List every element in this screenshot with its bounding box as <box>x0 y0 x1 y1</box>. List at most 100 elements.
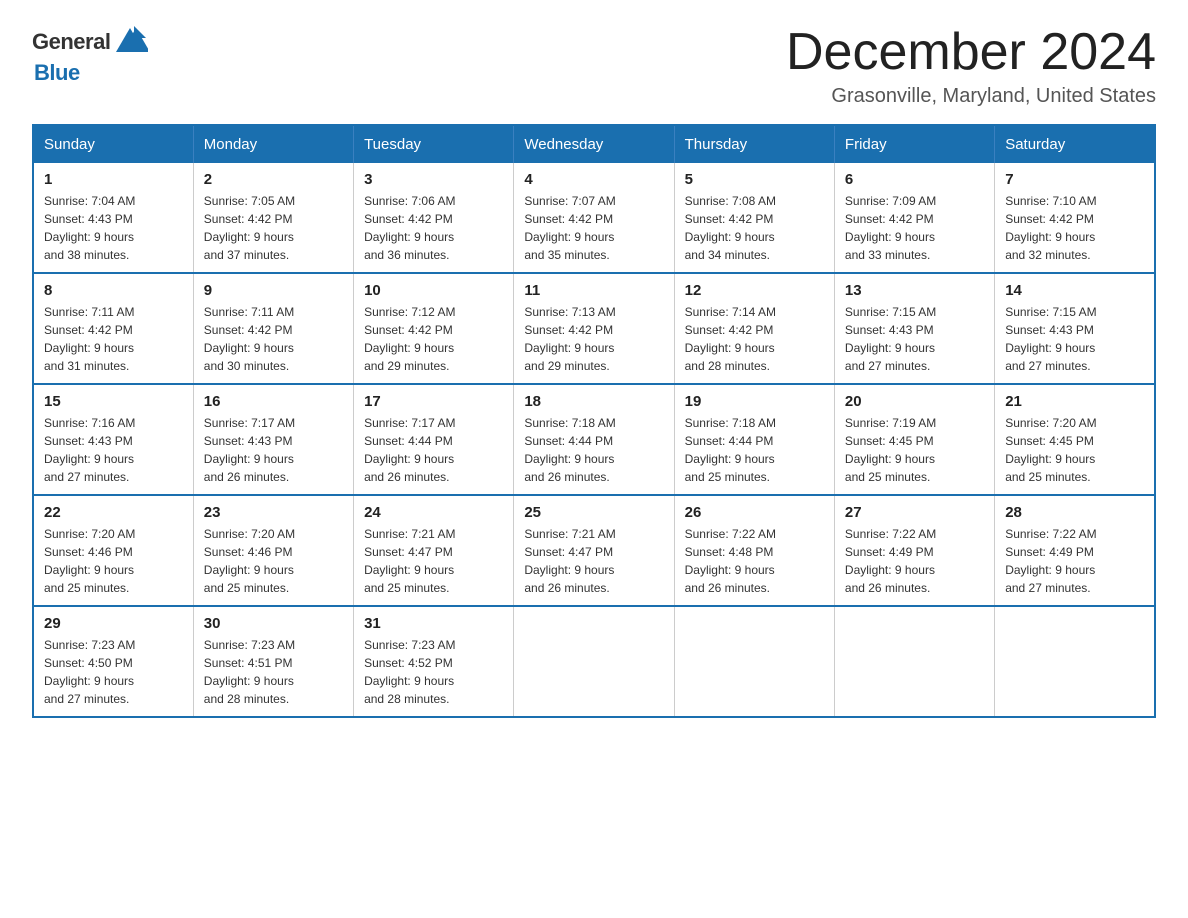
calendar-cell: 1 Sunrise: 7:04 AM Sunset: 4:43 PM Dayli… <box>33 163 193 273</box>
day-info: Sunrise: 7:12 AM Sunset: 4:42 PM Dayligh… <box>364 303 503 375</box>
calendar-cell: 10 Sunrise: 7:12 AM Sunset: 4:42 PM Dayl… <box>354 273 514 384</box>
day-info: Sunrise: 7:22 AM Sunset: 4:48 PM Dayligh… <box>685 525 824 597</box>
calendar-cell: 15 Sunrise: 7:16 AM Sunset: 4:43 PM Dayl… <box>33 384 193 495</box>
calendar-week-row: 15 Sunrise: 7:16 AM Sunset: 4:43 PM Dayl… <box>33 384 1155 495</box>
day-number: 2 <box>204 171 343 188</box>
day-info: Sunrise: 7:23 AM Sunset: 4:52 PM Dayligh… <box>364 636 503 708</box>
calendar-cell: 21 Sunrise: 7:20 AM Sunset: 4:45 PM Dayl… <box>995 384 1155 495</box>
col-header-tuesday: Tuesday <box>354 125 514 163</box>
day-info: Sunrise: 7:11 AM Sunset: 4:42 PM Dayligh… <box>44 303 183 375</box>
day-info: Sunrise: 7:17 AM Sunset: 4:44 PM Dayligh… <box>364 414 503 486</box>
calendar-cell: 26 Sunrise: 7:22 AM Sunset: 4:48 PM Dayl… <box>674 495 834 606</box>
day-number: 6 <box>845 171 984 188</box>
calendar-cell <box>834 606 994 717</box>
calendar-cell: 16 Sunrise: 7:17 AM Sunset: 4:43 PM Dayl… <box>193 384 353 495</box>
day-info: Sunrise: 7:07 AM Sunset: 4:42 PM Dayligh… <box>524 192 663 264</box>
day-number: 19 <box>685 393 824 410</box>
day-number: 31 <box>364 615 503 632</box>
day-info: Sunrise: 7:22 AM Sunset: 4:49 PM Dayligh… <box>1005 525 1144 597</box>
col-header-friday: Friday <box>834 125 994 163</box>
day-info: Sunrise: 7:23 AM Sunset: 4:50 PM Dayligh… <box>44 636 183 708</box>
calendar-cell <box>674 606 834 717</box>
calendar-cell: 27 Sunrise: 7:22 AM Sunset: 4:49 PM Dayl… <box>834 495 994 606</box>
day-info: Sunrise: 7:18 AM Sunset: 4:44 PM Dayligh… <box>685 414 824 486</box>
col-header-wednesday: Wednesday <box>514 125 674 163</box>
day-info: Sunrise: 7:13 AM Sunset: 4:42 PM Dayligh… <box>524 303 663 375</box>
calendar-cell: 8 Sunrise: 7:11 AM Sunset: 4:42 PM Dayli… <box>33 273 193 384</box>
day-info: Sunrise: 7:21 AM Sunset: 4:47 PM Dayligh… <box>524 525 663 597</box>
day-number: 18 <box>524 393 663 410</box>
day-info: Sunrise: 7:05 AM Sunset: 4:42 PM Dayligh… <box>204 192 343 264</box>
calendar-cell: 9 Sunrise: 7:11 AM Sunset: 4:42 PM Dayli… <box>193 273 353 384</box>
day-number: 9 <box>204 282 343 299</box>
day-info: Sunrise: 7:16 AM Sunset: 4:43 PM Dayligh… <box>44 414 183 486</box>
day-number: 20 <box>845 393 984 410</box>
calendar-cell: 6 Sunrise: 7:09 AM Sunset: 4:42 PM Dayli… <box>834 163 994 273</box>
calendar-cell: 13 Sunrise: 7:15 AM Sunset: 4:43 PM Dayl… <box>834 273 994 384</box>
day-number: 21 <box>1005 393 1144 410</box>
day-info: Sunrise: 7:21 AM Sunset: 4:47 PM Dayligh… <box>364 525 503 597</box>
logo-text-blue: Blue <box>34 60 80 86</box>
col-header-saturday: Saturday <box>995 125 1155 163</box>
day-info: Sunrise: 7:23 AM Sunset: 4:51 PM Dayligh… <box>204 636 343 708</box>
calendar-cell: 18 Sunrise: 7:18 AM Sunset: 4:44 PM Dayl… <box>514 384 674 495</box>
day-info: Sunrise: 7:20 AM Sunset: 4:45 PM Dayligh… <box>1005 414 1144 486</box>
day-number: 5 <box>685 171 824 188</box>
day-number: 29 <box>44 615 183 632</box>
calendar-cell: 20 Sunrise: 7:19 AM Sunset: 4:45 PM Dayl… <box>834 384 994 495</box>
day-number: 28 <box>1005 504 1144 521</box>
day-info: Sunrise: 7:22 AM Sunset: 4:49 PM Dayligh… <box>845 525 984 597</box>
day-number: 4 <box>524 171 663 188</box>
calendar-week-row: 22 Sunrise: 7:20 AM Sunset: 4:46 PM Dayl… <box>33 495 1155 606</box>
calendar-cell: 25 Sunrise: 7:21 AM Sunset: 4:47 PM Dayl… <box>514 495 674 606</box>
day-number: 10 <box>364 282 503 299</box>
day-info: Sunrise: 7:08 AM Sunset: 4:42 PM Dayligh… <box>685 192 824 264</box>
calendar-cell: 24 Sunrise: 7:21 AM Sunset: 4:47 PM Dayl… <box>354 495 514 606</box>
month-title: December 2024 <box>786 24 1156 81</box>
day-number: 1 <box>44 171 183 188</box>
day-number: 24 <box>364 504 503 521</box>
day-number: 15 <box>44 393 183 410</box>
day-info: Sunrise: 7:19 AM Sunset: 4:45 PM Dayligh… <box>845 414 984 486</box>
calendar-cell: 14 Sunrise: 7:15 AM Sunset: 4:43 PM Dayl… <box>995 273 1155 384</box>
calendar-table: SundayMondayTuesdayWednesdayThursdayFrid… <box>32 124 1156 718</box>
col-header-sunday: Sunday <box>33 125 193 163</box>
day-info: Sunrise: 7:18 AM Sunset: 4:44 PM Dayligh… <box>524 414 663 486</box>
calendar-header-row: SundayMondayTuesdayWednesdayThursdayFrid… <box>33 125 1155 163</box>
day-number: 22 <box>44 504 183 521</box>
day-number: 11 <box>524 282 663 299</box>
day-info: Sunrise: 7:04 AM Sunset: 4:43 PM Dayligh… <box>44 192 183 264</box>
day-number: 8 <box>44 282 183 299</box>
day-number: 23 <box>204 504 343 521</box>
calendar-cell: 19 Sunrise: 7:18 AM Sunset: 4:44 PM Dayl… <box>674 384 834 495</box>
logo-line2: Blue <box>34 60 80 86</box>
calendar-cell: 31 Sunrise: 7:23 AM Sunset: 4:52 PM Dayl… <box>354 606 514 717</box>
day-info: Sunrise: 7:06 AM Sunset: 4:42 PM Dayligh… <box>364 192 503 264</box>
day-info: Sunrise: 7:14 AM Sunset: 4:42 PM Dayligh… <box>685 303 824 375</box>
calendar-week-row: 8 Sunrise: 7:11 AM Sunset: 4:42 PM Dayli… <box>33 273 1155 384</box>
calendar-cell: 11 Sunrise: 7:13 AM Sunset: 4:42 PM Dayl… <box>514 273 674 384</box>
calendar-cell: 30 Sunrise: 7:23 AM Sunset: 4:51 PM Dayl… <box>193 606 353 717</box>
day-info: Sunrise: 7:20 AM Sunset: 4:46 PM Dayligh… <box>204 525 343 597</box>
calendar-cell: 5 Sunrise: 7:08 AM Sunset: 4:42 PM Dayli… <box>674 163 834 273</box>
day-number: 25 <box>524 504 663 521</box>
calendar-cell <box>514 606 674 717</box>
day-number: 17 <box>364 393 503 410</box>
location-subtitle: Grasonville, Maryland, United States <box>786 85 1156 108</box>
calendar-cell: 23 Sunrise: 7:20 AM Sunset: 4:46 PM Dayl… <box>193 495 353 606</box>
day-info: Sunrise: 7:15 AM Sunset: 4:43 PM Dayligh… <box>1005 303 1144 375</box>
col-header-monday: Monday <box>193 125 353 163</box>
day-info: Sunrise: 7:20 AM Sunset: 4:46 PM Dayligh… <box>44 525 183 597</box>
calendar-cell: 17 Sunrise: 7:17 AM Sunset: 4:44 PM Dayl… <box>354 384 514 495</box>
day-info: Sunrise: 7:15 AM Sunset: 4:43 PM Dayligh… <box>845 303 984 375</box>
calendar-cell: 2 Sunrise: 7:05 AM Sunset: 4:42 PM Dayli… <box>193 163 353 273</box>
day-number: 30 <box>204 615 343 632</box>
calendar-cell: 4 Sunrise: 7:07 AM Sunset: 4:42 PM Dayli… <box>514 163 674 273</box>
calendar-week-row: 1 Sunrise: 7:04 AM Sunset: 4:43 PM Dayli… <box>33 163 1155 273</box>
day-info: Sunrise: 7:11 AM Sunset: 4:42 PM Dayligh… <box>204 303 343 375</box>
logo-line1: General <box>32 24 148 60</box>
calendar-week-row: 29 Sunrise: 7:23 AM Sunset: 4:50 PM Dayl… <box>33 606 1155 717</box>
day-number: 27 <box>845 504 984 521</box>
day-number: 13 <box>845 282 984 299</box>
day-number: 16 <box>204 393 343 410</box>
